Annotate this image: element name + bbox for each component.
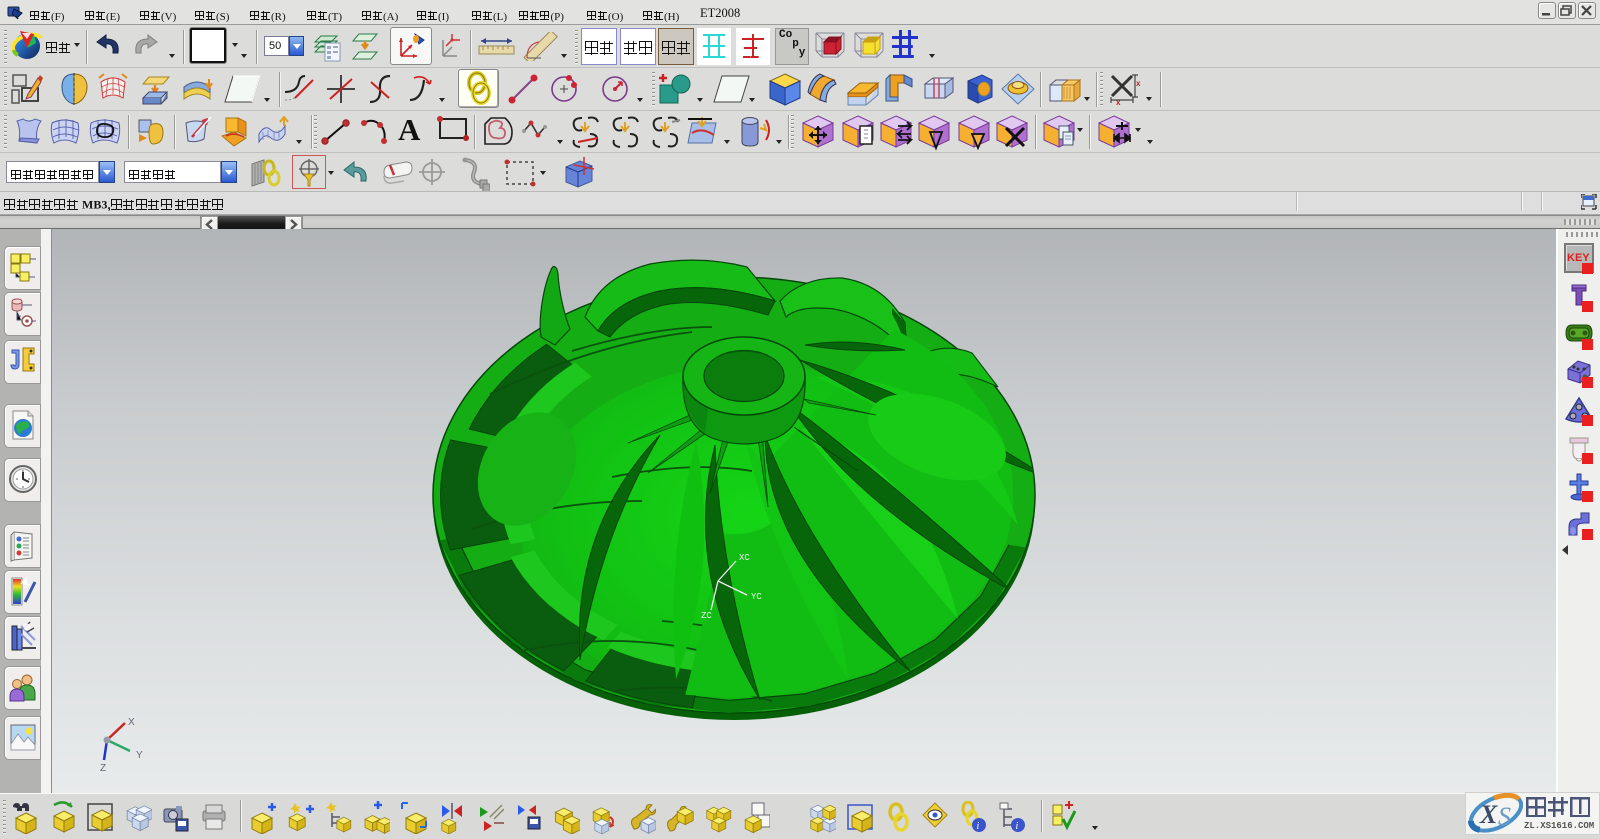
svg-text:x: x xyxy=(1116,98,1121,106)
svg-text:Y: Y xyxy=(136,750,143,761)
svg-text:X: X xyxy=(128,717,135,728)
svg-text:Z: Z xyxy=(100,763,106,774)
svg-text:XC: XC xyxy=(739,553,750,563)
svg-text:YC: YC xyxy=(751,592,762,602)
svg-text:i: i xyxy=(1016,821,1019,832)
svg-text:ZC: ZC xyxy=(701,611,712,621)
svg-text:S: S xyxy=(1498,802,1511,831)
svg-text:X: X xyxy=(1479,800,1498,829)
svg-text:x: x xyxy=(1136,79,1141,88)
svg-text:i: i xyxy=(977,821,980,832)
